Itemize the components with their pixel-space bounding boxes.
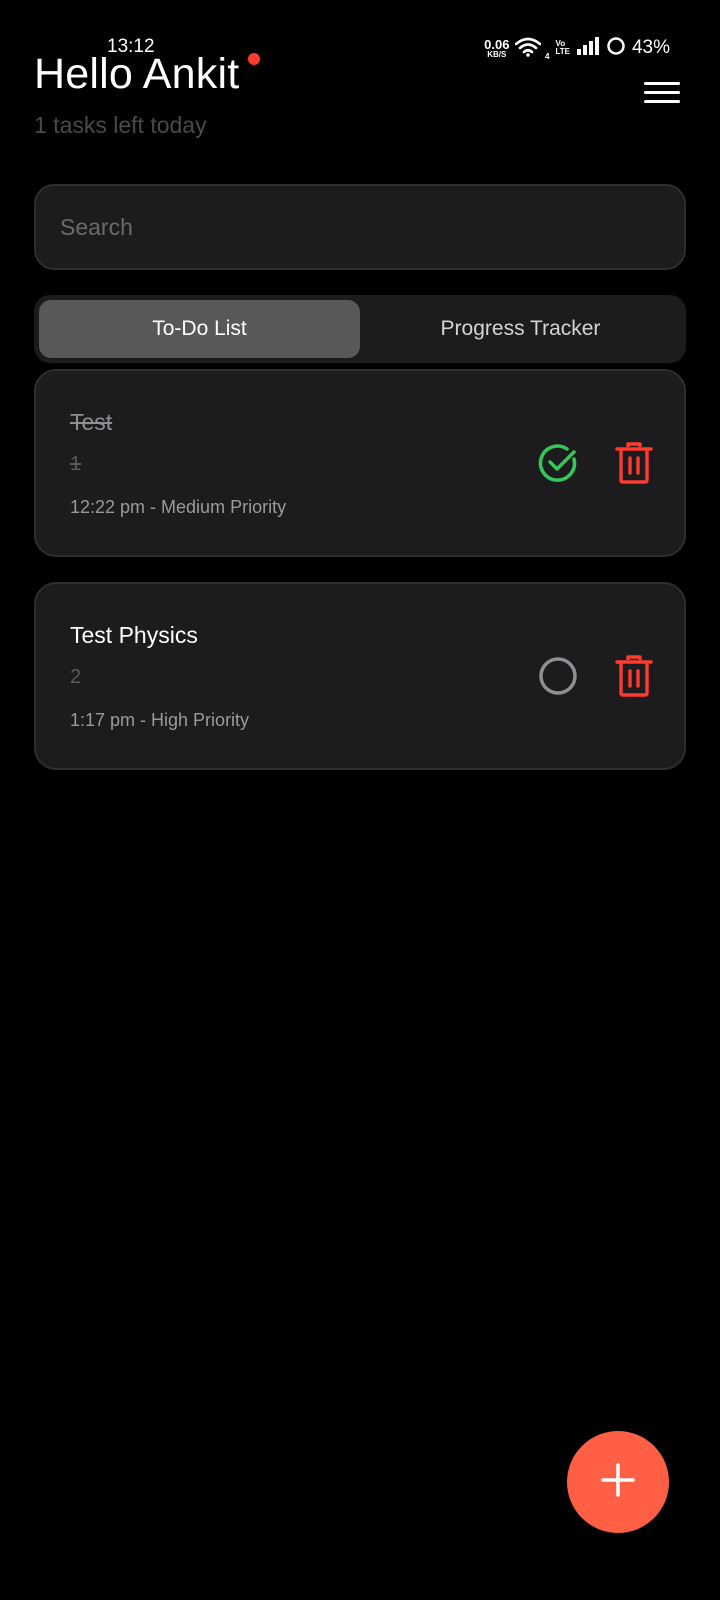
menu-line [644,91,680,94]
task-card[interactable]: Test 1 12:22 pm - Medium Priority [34,369,686,557]
task-description: 1 [70,453,82,475]
trash-icon[interactable] [614,441,654,485]
greeting-title: Hello Ankit [34,50,240,98]
wifi-icon: 4 [515,37,549,61]
task-title: Test [70,409,113,435]
screen: 13:12 0.06 KB/S 4 Vo LTE 43% Hello Ankit… [0,0,720,1600]
wifi-badge: 4 [545,52,550,61]
signal-icon [576,36,600,60]
battery-percentage: 43% [631,37,670,58]
empty-circle-icon[interactable] [536,654,580,698]
tab-bar: To-Do List Progress Tracker [34,295,686,363]
search-box[interactable] [34,184,686,270]
hamburger-icon[interactable] [642,80,682,106]
notification-dot [248,53,260,65]
volte-bottom: LTE [555,47,570,56]
plus-icon [600,1462,636,1503]
task-meta: 12:22 pm - Medium Priority [70,497,287,517]
network-speed-unit: KB/S [487,49,507,59]
search-input[interactable] [60,213,660,241]
add-task-button[interactable] [567,1431,669,1533]
menu-line [644,100,680,103]
task-meta: 1:17 pm - High Priority [70,710,250,730]
check-circle-icon[interactable] [536,441,580,485]
tab-progress-tracker[interactable]: Progress Tracker [360,300,681,358]
tasks-left-subtitle: 1 tasks left today [34,112,207,138]
volte-indicator: Vo LTE [555,40,570,56]
network-speed: 0.06 KB/S [484,38,509,59]
task-description: 2 [70,666,82,688]
task-title: Test Physics [70,622,198,648]
battery-icon [606,36,626,61]
task-card[interactable]: Test Physics 2 1:17 pm - High Priority [34,582,686,770]
tab-todo-list[interactable]: To-Do List [39,300,360,358]
network-speed-value: 0.06 [484,36,510,52]
status-icons: 0.06 KB/S 4 Vo LTE 43% [484,36,670,61]
trash-icon[interactable] [614,654,654,698]
menu-line [644,82,680,85]
